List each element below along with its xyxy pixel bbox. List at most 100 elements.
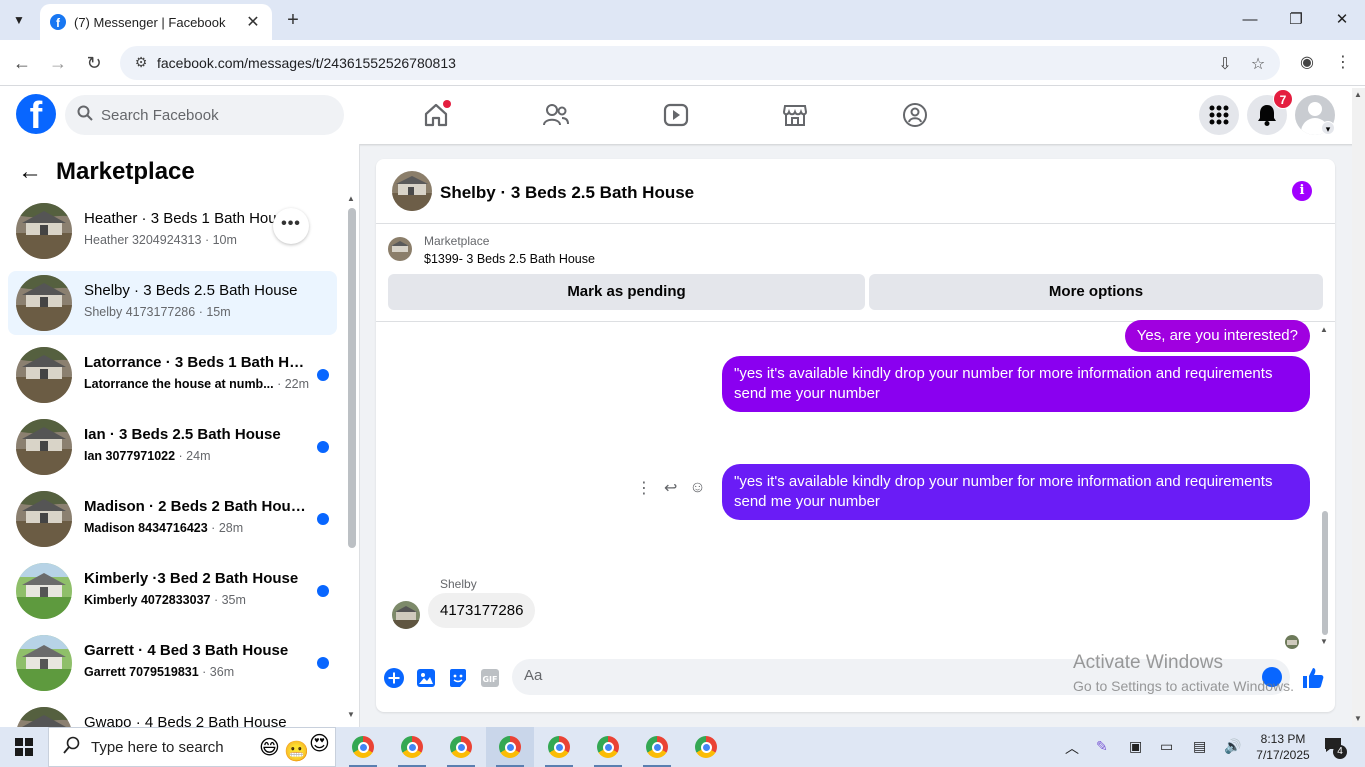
- new-tab-plus-icon[interactable]: +: [282, 8, 304, 32]
- incoming-message[interactable]: 4173177286: [428, 593, 536, 628]
- friends-icon[interactable]: [541, 100, 571, 130]
- profile-icon[interactable]: ◉: [1297, 52, 1317, 72]
- groups-icon[interactable]: [900, 100, 930, 130]
- site-settings-icon[interactable]: ⚙: [132, 54, 150, 72]
- conversation-item[interactable]: Heather · 3 Beds 1 Bath House Heather 320…: [8, 199, 337, 263]
- conversation-item[interactable]: Shelby · 3 Beds 2.5 Bath House Shelby 417…: [8, 271, 337, 335]
- page-scrollbar[interactable]: ▲ ▼: [1352, 88, 1365, 727]
- chat-title[interactable]: Shelby · 3 Beds 2.5 Bath House: [440, 183, 694, 203]
- conversation-item[interactable]: Ian · 3 Beds 2.5 Bath House Ian 307797102…: [8, 415, 337, 479]
- more-options-ellipsis-icon[interactable]: •••: [273, 208, 309, 244]
- listing-thumbnail[interactable]: [388, 237, 412, 261]
- unread-dot: [317, 369, 329, 381]
- chrome-taskbar-app-icon[interactable]: [584, 727, 632, 767]
- conversation-preview: Latorrance the house at numb... · 22m: [84, 377, 314, 391]
- facebook-search-input[interactable]: [101, 106, 321, 124]
- conversation-thumbnail: [16, 275, 72, 331]
- conversation-thumbnail: [16, 707, 72, 727]
- chrome-taskbar-app-icon[interactable]: [486, 727, 534, 767]
- chrome-taskbar-app-icon[interactable]: [437, 727, 485, 767]
- tab-close-icon[interactable]: ✕: [244, 12, 262, 32]
- react-smiley-icon[interactable]: ☺: [689, 479, 705, 497]
- clock[interactable]: 8:13 PM 7/17/2025: [1248, 731, 1318, 763]
- reload-icon[interactable]: ↻: [81, 50, 107, 76]
- marketplace-conversation-list: ← Marketplace Heather · 3 Beds 1 Bath Ho…: [0, 144, 360, 727]
- sticker-icon[interactable]: [447, 667, 469, 689]
- back-arrow-icon[interactable]: ←: [9, 50, 35, 76]
- windows-start-icon[interactable]: [0, 727, 48, 767]
- facebook-search[interactable]: [65, 95, 344, 135]
- info-icon[interactable]: i: [1292, 181, 1312, 201]
- outgoing-message[interactable]: "yes it's available kindly drop your num…: [722, 464, 1310, 520]
- chrome-taskbar-app-icon[interactable]: [339, 727, 387, 767]
- tab-search-chevron-icon[interactable]: ▼: [6, 8, 32, 32]
- notifications-badge: 7: [1273, 89, 1293, 109]
- video-icon[interactable]: [661, 100, 691, 130]
- url-text[interactable]: facebook.com/messages/t/2436155252678081…: [157, 55, 456, 71]
- volume-icon[interactable]: 🔊: [1224, 738, 1241, 755]
- clock-time: 8:13 PM: [1260, 732, 1306, 746]
- home-notification-dot: [443, 100, 451, 108]
- message-input-box[interactable]: [512, 659, 1290, 695]
- pen-icon[interactable]: ✎: [1096, 738, 1108, 755]
- action-center-icon[interactable]: 4: [1324, 737, 1347, 759]
- emoji-icon[interactable]: [1262, 667, 1282, 687]
- battery-icon[interactable]: ▭: [1160, 738, 1173, 755]
- outgoing-message[interactable]: Yes, are you interested?: [1124, 320, 1310, 352]
- mark-as-pending-button[interactable]: Mark as pending: [388, 274, 865, 310]
- forward-arrow-icon[interactable]: →: [45, 50, 71, 76]
- meet-now-icon[interactable]: ▣: [1129, 738, 1142, 755]
- marketplace-icon[interactable]: [780, 100, 810, 130]
- chrome-taskbar-app-icon[interactable]: [388, 727, 436, 767]
- listing-item[interactable]: $1399- 3 Beds 2.5 Bath House: [424, 252, 595, 266]
- notifications-bell-icon[interactable]: 7: [1247, 89, 1293, 135]
- conversation-item[interactable]: Kimberly ·3 Bed 2 Bath House Kimberly 407…: [8, 559, 337, 623]
- add-plus-icon[interactable]: [383, 667, 405, 689]
- browser-menu-icon[interactable]: ⋮: [1333, 52, 1353, 72]
- taskbar-search-input[interactable]: [91, 738, 261, 756]
- conversation-preview: Shelby 4173177286 · 15m: [84, 305, 314, 319]
- chrome-taskbar-app-icon[interactable]: [633, 727, 681, 767]
- unread-dot: [317, 513, 329, 525]
- menu-grid-icon[interactable]: [1199, 95, 1239, 135]
- unread-dot: [317, 657, 329, 669]
- sender-avatar[interactable]: [392, 601, 420, 629]
- gif-icon[interactable]: GIF: [479, 667, 501, 689]
- more-vertical-icon[interactable]: ⋮: [636, 478, 652, 498]
- chat-avatar[interactable]: [392, 171, 432, 211]
- tray-overflow-chevron-icon[interactable]: ︿: [1065, 738, 1079, 758]
- conversation-thumbnail: [16, 419, 72, 475]
- more-options-button[interactable]: More options: [869, 274, 1323, 310]
- action-center-count: 4: [1333, 745, 1347, 759]
- account-chevron-down-icon[interactable]: ▾: [1321, 121, 1335, 135]
- conversation-item[interactable]: Gwapo · 4 Beds 2 Bath House: [8, 703, 337, 727]
- minimize-icon[interactable]: —: [1227, 6, 1273, 34]
- message-input[interactable]: [524, 667, 1124, 684]
- back-arrow-icon[interactable]: ←: [18, 158, 42, 186]
- restore-icon[interactable]: ❐: [1273, 6, 1319, 34]
- conversation-preview: Kimberly 4072833037 · 35m: [84, 593, 314, 607]
- like-thumbs-up-icon[interactable]: [1302, 667, 1324, 689]
- conversation-list-scrollbar[interactable]: ▲ ▼: [347, 194, 356, 720]
- bookmark-star-icon[interactable]: ☆: [1248, 54, 1268, 74]
- conversation-item[interactable]: Garrett · 4 Bed 3 Bath House Garrett 7079…: [8, 631, 337, 695]
- window-close-icon[interactable]: ✕: [1319, 6, 1365, 34]
- search-icon: [63, 736, 81, 759]
- reply-icon[interactable]: ↩: [664, 478, 677, 498]
- conversation-item[interactable]: Latorrance · 3 Beds 1 Bath Hou... Latorra…: [8, 343, 337, 407]
- browser-tab[interactable]: f (7) Messenger | Facebook ✕: [40, 4, 272, 40]
- chat-scrollbar[interactable]: ▲ ▼: [1320, 325, 1330, 647]
- chrome-taskbar-app-icon[interactable]: [535, 727, 583, 767]
- omnibox[interactable]: ⚙ facebook.com/messages/t/24361552526780…: [120, 46, 1280, 80]
- svg-text:GIF: GIF: [482, 675, 497, 684]
- conversation-time: 36m: [209, 665, 235, 679]
- network-icon[interactable]: ▤: [1193, 738, 1206, 755]
- marketplace-listing-bar: Marketplace $1399- 3 Beds 2.5 Bath House…: [376, 224, 1335, 322]
- home-icon[interactable]: [421, 100, 451, 130]
- chrome-taskbar-app-icon[interactable]: [682, 727, 730, 767]
- install-app-icon[interactable]: ⇩: [1215, 54, 1235, 74]
- conversation-item[interactable]: Madison · 2 Beds 2 Bath House Madison 843…: [8, 487, 337, 551]
- facebook-logo-icon[interactable]: f: [16, 94, 56, 134]
- photo-gallery-icon[interactable]: [415, 667, 437, 689]
- outgoing-message[interactable]: "yes it's available kindly drop your num…: [722, 356, 1310, 412]
